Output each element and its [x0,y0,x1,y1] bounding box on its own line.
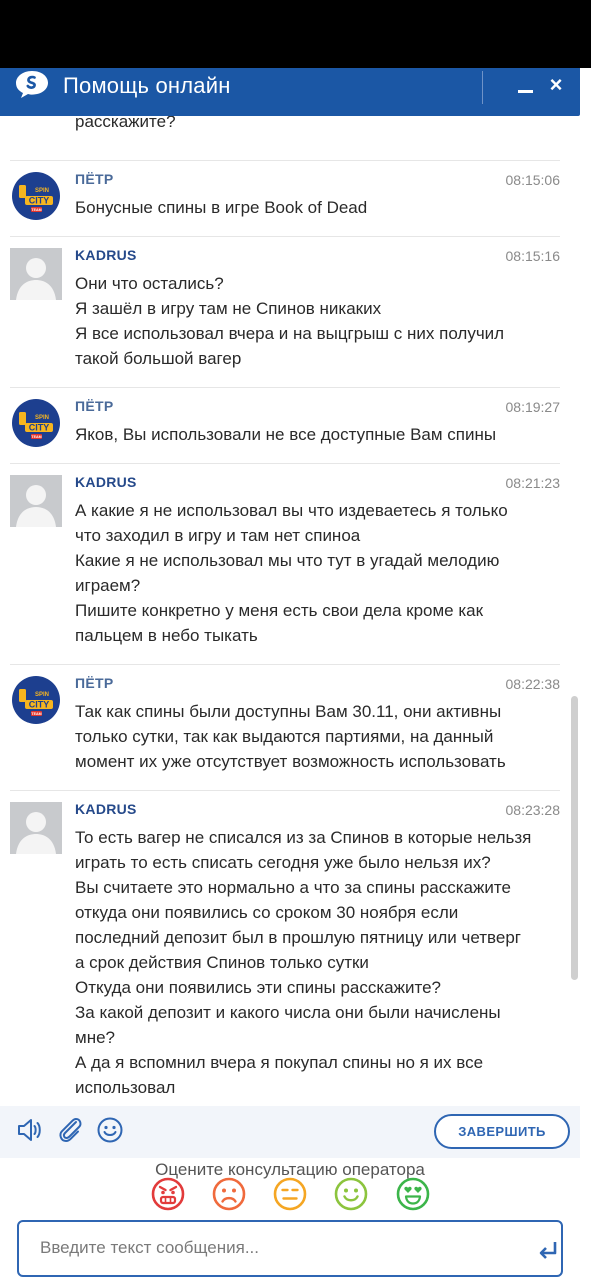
svg-text:TEAM: TEAM [31,208,41,212]
operator-avatar: SPIN CITY TEAM [12,172,60,220]
header-divider [482,71,483,104]
message-line: Я зашёл в игру там не Спинов никаких [75,299,382,318]
end-chat-button[interactable]: ЗАВЕРШИТЬ [434,1114,570,1149]
message-text: Они что остались? Я зашёл в игру там не С… [75,271,561,371]
message-line: пальцем в небо тыкать [75,626,258,645]
status-bar [0,0,591,68]
message-text: А какие я не использовал вы что издевает… [75,498,561,648]
message-line: Яков, Вы использовали не все доступные В… [75,425,497,444]
chat-transcript[interactable]: расскажите? SPIN CITY TEAM ПЁТР 08:15:06 Бону… [0,116,580,1106]
chat-header: Помощь онлайн × [0,68,580,116]
partial-message-text: расскажите? [75,116,176,131]
neutral-face-icon[interactable] [273,1177,307,1211]
svg-text:CITY: CITY [29,423,50,433]
message-line: А да я вспомнил вчера я покупал спины но… [75,1053,484,1072]
smile-face-icon[interactable] [334,1177,368,1211]
message-line: Откуда они появились эти спины расскажит… [75,978,442,997]
message-line: Они что остались? [75,274,224,293]
sad-face-icon[interactable] [212,1177,246,1211]
chat-window: Помощь онлайн × расскажите? SPIN CITY TEAM… [0,68,591,1280]
svg-text:SPIN: SPIN [35,415,49,421]
user-avatar [10,802,62,854]
message-time: 08:21:23 [505,475,561,491]
message-item: KADRUS 08:21:23 А какие я не использовал в… [0,463,570,664]
message-line: Вы считаете это нормально а что за спины… [75,878,511,897]
message-time: 08:15:06 [505,172,561,188]
smiley-icon[interactable] [96,1116,124,1144]
svg-text:SPIN: SPIN [35,692,49,698]
operator-avatar: SPIN CITY TEAM [12,399,60,447]
message-line: Какие я не использовал мы что тут в угад… [75,551,500,570]
message-separator [10,463,560,464]
message-line: Пишите конкретно у меня есть свои дела к… [75,601,484,620]
message-text: Бонусные спины в игре Book of Dead [75,195,561,220]
message-item: SPIN CITY TEAM ПЁТР 08:22:38 Так как спины бы… [0,664,570,790]
message-line: Бонусные спины в игре Book of Dead [75,198,368,217]
svg-text:SPIN: SPIN [35,188,49,194]
svg-text:TEAM: TEAM [31,712,41,716]
message-separator [10,236,560,237]
message-item: SPIN CITY TEAM ПЁТР 08:15:06 Бонусные спины в… [0,160,570,236]
message-line: что заходил в игру и там нет спиноа [75,526,361,545]
message-author: KADRUS [75,801,137,817]
message-input[interactable]: Введите текст сообщения... [17,1220,563,1277]
message-separator [10,387,560,388]
message-line: момент их уже отсутствует возможность ис… [75,752,506,771]
message-line: Я все использовал вчера и на выцгрыш с н… [75,324,505,343]
message-text: Так как спины были доступны Вам 30.11, о… [75,699,561,774]
user-avatar [10,248,62,300]
message-item: SPIN CITY TEAM ПЁТР 08:19:27 Яков, Вы использ… [0,387,570,463]
message-input-placeholder: Введите текст сообщения... [40,1238,259,1257]
paperclip-icon[interactable] [56,1116,84,1144]
svg-text:CITY: CITY [29,196,50,206]
minimize-icon[interactable] [516,72,536,98]
message-time: 08:22:38 [505,676,561,692]
message-line: За какой депозит и какого числа они были… [75,1003,501,1022]
message-author: KADRUS [75,247,137,263]
love-face-icon[interactable] [396,1177,430,1211]
message-line: То есть вагер не списался из за Спинов в… [75,828,532,847]
message-line: откуда они появились со сроком 30 ноября… [75,903,459,922]
chat-title: Помощь онлайн [63,73,231,98]
message-separator [10,664,560,665]
message-line: такой большой вагер [75,349,242,368]
message-time: 08:15:16 [505,248,561,264]
message-text: Яков, Вы использовали не все доступные В… [75,422,561,447]
message-line: использовал [75,1078,176,1097]
message-time: 08:19:27 [505,399,561,415]
message-author: ПЁТР [75,398,114,414]
angry-face-icon[interactable] [151,1177,185,1211]
user-avatar [10,475,62,527]
message-line: Так как спины были доступны Вам 30.11, о… [75,702,502,721]
message-time: 08:23:28 [505,802,561,818]
message-line: А какие я не использовал вы что издевает… [75,501,508,520]
message-author: ПЁТР [75,675,114,691]
message-item: KADRUS 08:15:16 Они что остались? Я зашёл в… [0,236,570,387]
message-separator [10,160,560,161]
message-line: играем? [75,576,141,595]
svg-text:TEAM: TEAM [31,435,41,439]
speaker-icon[interactable] [16,1116,44,1144]
svg-text:CITY: CITY [29,700,50,710]
message-author: ПЁТР [75,171,114,187]
chat-scrollbar-thumb[interactable] [571,696,578,980]
message-text: То есть вагер не списался из за Спинов в… [75,825,561,1106]
message-line: последний депозит был в прошлую пятницу … [75,928,521,947]
chat-toolbar: ЗАВЕРШИТЬ [0,1106,580,1158]
message-line: играть то есть списать сегодня уже было … [75,853,491,872]
message-line: только сутки, так как выдаются партиями,… [75,727,494,746]
message-line: мне? [75,1028,115,1047]
operator-avatar: SPIN CITY TEAM [12,676,60,724]
chat-bubble-logo-icon [16,71,48,98]
message-line: а срок действия Спинов только сутки [75,953,369,972]
close-icon[interactable]: × [546,72,566,98]
send-enter-icon[interactable] [537,1239,559,1261]
message-author: KADRUS [75,474,137,490]
message-item: KADRUS 08:23:28 То есть вагер не списался … [0,790,570,1106]
message-separator [10,790,560,791]
